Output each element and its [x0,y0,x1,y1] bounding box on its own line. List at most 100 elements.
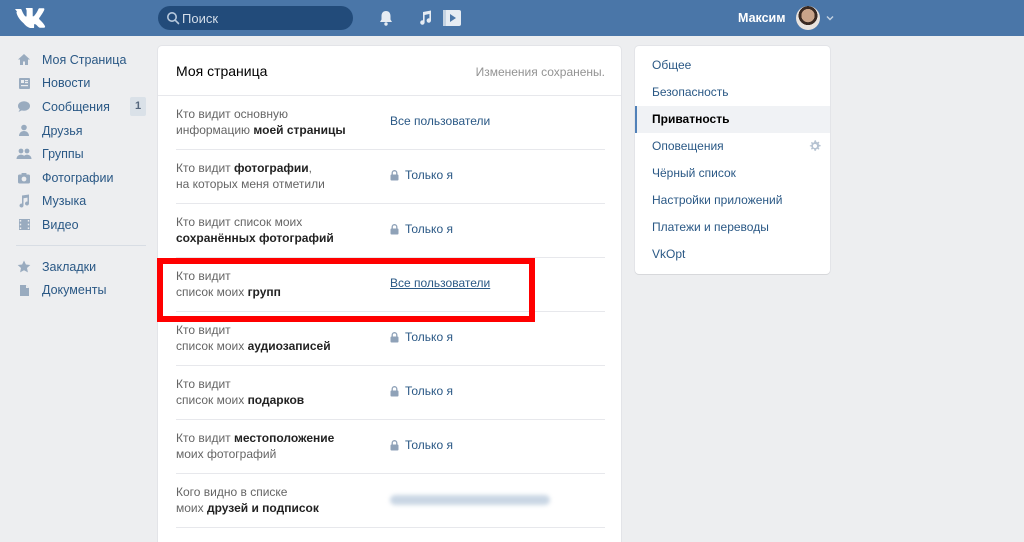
sidebar-item-label: Фотографии [42,170,114,185]
blurred-value[interactable] [390,495,550,505]
privacy-question: Кто видит список моих подарков [176,376,376,408]
menu-item-label: Чёрный список [652,166,736,180]
privacy-row-saved-photos: Кто видит список моих сохранённых фотогр… [176,204,605,258]
privacy-question: Кто видит основную информацию моей стран… [176,106,376,138]
settings-menu-item-payments[interactable]: Платежи и переводы [635,214,830,241]
star-icon [16,259,32,275]
vk-logo-icon[interactable] [15,8,47,28]
sidebar-item-video[interactable]: Видео [16,213,146,237]
privacy-question: Кто видит список моих аудиозаписей [176,322,376,354]
chevron-down-icon[interactable] [826,15,834,21]
question-text: список моих [176,393,248,407]
sidebar-item-music[interactable]: Музыка [16,190,146,214]
question-text: моих [176,501,207,515]
privacy-value-text[interactable]: Только я [405,384,453,398]
privacy-question: Кто видит список моих сохранённых фотогр… [176,214,376,246]
privacy-value-link[interactable]: Все пользователи [390,276,490,290]
news-icon [16,75,32,91]
question-text: моих фотографий [176,447,277,461]
sidebar-item-documents[interactable]: Документы [16,278,146,302]
privacy-value-text[interactable]: Все пользователи [390,276,490,290]
privacy-value-text[interactable]: Только я [405,222,453,236]
privacy-value-text[interactable]: Все пользователи [390,114,490,128]
search-input[interactable] [182,6,347,30]
privacy-row-basic-info: Кто видит основную информацию моей стран… [176,96,605,150]
gear-icon[interactable] [808,139,822,153]
privacy-value-text[interactable]: Только я [405,168,453,182]
privacy-value-link[interactable]: Только я [390,384,453,398]
sidebar-item-label: Группы [42,147,84,162]
sidebar-item-label: Документы [42,283,107,298]
privacy-value-text[interactable]: Только я [405,330,453,344]
menu-item-label: Платежи и переводы [652,220,769,234]
sidebar-item-groups[interactable]: Группы [16,142,146,166]
page-title: Моя страница [176,63,268,79]
privacy-question: Кто видит фотографии, на которых меня от… [176,160,376,192]
messages-icon [16,99,32,115]
search-box[interactable] [158,6,353,30]
question-text: Кто видит [176,377,231,391]
privacy-row-photo-location: Кто видит местоположение моих фотографий… [176,420,605,474]
question-bold: фотографии [233,161,309,175]
lock-icon [390,223,399,234]
question-text: Кто видит [176,269,231,283]
sidebar-item-friends[interactable]: Друзья [16,119,146,143]
card-header: Моя страница Изменения сохранены. [158,46,621,96]
home-icon [16,52,32,68]
privacy-value-link[interactable]: Только я [390,222,453,236]
sidebar-divider [16,244,146,246]
privacy-value-link[interactable]: Только я [390,330,453,344]
settings-menu: Общее Безопасность Приватность Оповещени… [635,46,830,274]
sidebar-item-news[interactable]: Новости [16,72,146,96]
settings-menu-item-apps[interactable]: Настройки приложений [635,187,830,214]
music-icon [16,193,32,209]
bell-icon[interactable] [377,9,395,27]
camera-icon [16,170,32,186]
privacy-row-audio: Кто видит список моих аудиозаписей Тольк… [176,312,605,366]
music-icon[interactable] [416,9,434,27]
question-text: список моих [176,285,248,299]
settings-menu-item-vkopt[interactable]: VkOpt [635,241,830,268]
privacy-value-text[interactable]: Только я [405,438,453,452]
user-menu[interactable]: Максим [738,6,834,30]
question-bold: групп [247,285,281,299]
privacy-value-link[interactable]: Только я [390,438,453,452]
video-icon [16,217,32,233]
user-name: Максим [738,11,786,25]
question-bold: аудиозаписей [247,339,331,353]
sidebar-item-label: Друзья [42,123,83,138]
settings-menu-item-security[interactable]: Безопасность [635,79,830,106]
sidebar-item-label: Закладки [42,259,97,274]
sidebar-item-bookmarks[interactable]: Закладки [16,255,146,279]
video-play-icon[interactable] [442,9,462,27]
save-status: Изменения сохранены. [475,65,605,79]
settings-menu-item-notifications[interactable]: Оповещения [635,133,830,160]
settings-menu-item-blacklist[interactable]: Чёрный список [635,160,830,187]
question-text: на которых меня отметили [176,177,325,191]
lock-icon [390,385,399,396]
privacy-value-link[interactable]: Все пользователи [390,114,490,128]
settings-menu-item-privacy[interactable]: Приватность [635,106,830,133]
friend-icon [16,123,32,139]
question-text: информацию [176,123,254,137]
question-bold: сохранённых фотографий [176,231,334,245]
privacy-value-link[interactable]: Только я [390,168,453,182]
question-text: , [308,161,313,175]
privacy-question: Кто видит список моих групп [176,268,376,300]
settings-menu-item-general[interactable]: Общее [635,52,830,79]
sidebar-item-my-page[interactable]: Моя Страница [16,48,146,72]
menu-item-label: Оповещения [652,139,724,153]
privacy-row-groups: Кто видит список моих групп Все пользова… [176,258,605,312]
privacy-row-gifts: Кто видит список моих подарков Только я [176,366,605,420]
menu-item-label: Настройки приложений [652,193,783,207]
avatar[interactable] [795,6,820,30]
privacy-question: Кто видит местоположение моих фотографий [176,430,376,462]
sidebar-item-photos[interactable]: Фотографии [16,166,146,190]
question-text: Кто видит [176,323,231,337]
top-header: Максим [0,0,1024,36]
sidebar-item-messages[interactable]: Сообщения 1 [16,95,146,119]
menu-item-label: VkOpt [652,247,686,261]
left-sidebar: Моя Страница Новости Сообщения 1 Друзья … [16,48,146,302]
question-text: Кто видит [176,161,234,175]
sidebar-item-label: Новости [42,76,91,91]
